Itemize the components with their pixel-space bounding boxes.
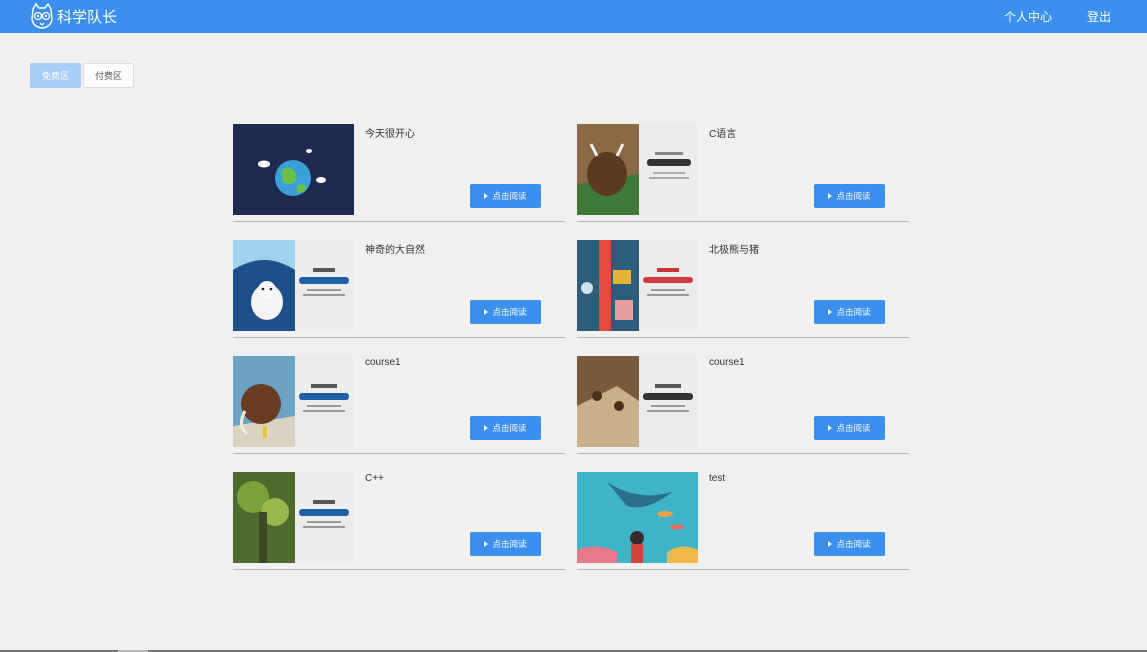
read-button[interactable]: 点击阅读: [814, 532, 885, 556]
course-card: test 点击阅读: [577, 472, 909, 570]
read-button-label: 点击阅读: [836, 191, 871, 201]
tab-free[interactable]: 免费区: [30, 63, 81, 88]
play-icon: [828, 425, 833, 431]
read-button[interactable]: 点击阅读: [470, 532, 541, 556]
course-cover-image[interactable]: [577, 472, 698, 563]
course-cover-image[interactable]: [577, 124, 698, 215]
course-title: 今天很开心: [365, 129, 415, 140]
read-button[interactable]: 点击阅读: [814, 300, 885, 324]
course-title: course1: [709, 357, 745, 368]
read-button-label: 点击阅读: [492, 191, 527, 201]
read-button-label: 点击阅读: [492, 423, 527, 433]
logo-text: 科学队长: [57, 8, 118, 26]
course-cover-image[interactable]: [233, 472, 354, 563]
course-cover-image[interactable]: [233, 240, 354, 331]
course-card: C++ 点击阅读: [233, 472, 565, 570]
read-button-label: 点击阅读: [492, 307, 527, 317]
course-title: test: [709, 473, 726, 484]
nav-profile-link[interactable]: 个人中心: [1004, 8, 1052, 25]
play-icon: [828, 541, 833, 547]
read-button[interactable]: 点击阅读: [814, 416, 885, 440]
read-button[interactable]: 点击阅读: [470, 416, 541, 440]
course-title: course1: [365, 357, 401, 368]
read-button[interactable]: 点击阅读: [470, 300, 541, 324]
tab-paid[interactable]: 付费区: [83, 63, 134, 88]
course-title: 北极熊与猪: [709, 245, 759, 256]
read-button-label: 点击阅读: [836, 423, 871, 433]
course-card: 神奇的大自然 点击阅读: [233, 240, 565, 338]
play-icon: [484, 309, 489, 315]
course-title: C++: [365, 473, 384, 484]
owl-logo-icon: [30, 2, 54, 29]
course-card: course1 点击阅读: [577, 356, 909, 454]
top-navbar: 科学队长 个人中心 登出: [0, 0, 1147, 33]
nav-logout-link[interactable]: 登出: [1087, 8, 1111, 25]
read-button[interactable]: 点击阅读: [814, 184, 885, 208]
read-button-label: 点击阅读: [836, 307, 871, 317]
course-cover-image[interactable]: [233, 124, 354, 215]
course-card: C语言 点击阅读: [577, 124, 909, 222]
course-cover-image[interactable]: [577, 240, 698, 331]
course-card: 今天很开心 点击阅读: [233, 124, 565, 222]
play-icon: [828, 193, 833, 199]
logo[interactable]: 科学队长: [30, 2, 117, 30]
play-icon: [484, 193, 489, 199]
course-title: C语言: [709, 129, 737, 140]
play-icon: [828, 309, 833, 315]
play-icon: [484, 425, 489, 431]
course-card: 北极熊与猪 点击阅读: [577, 240, 909, 338]
read-button[interactable]: 点击阅读: [470, 184, 541, 208]
course-card: course1 点击阅读: [233, 356, 565, 454]
read-button-label: 点击阅读: [836, 539, 871, 549]
course-cover-image[interactable]: [233, 356, 354, 447]
read-button-label: 点击阅读: [492, 539, 527, 549]
play-icon: [484, 541, 489, 547]
course-title: 神奇的大自然: [365, 245, 425, 256]
course-cover-image[interactable]: [577, 356, 698, 447]
